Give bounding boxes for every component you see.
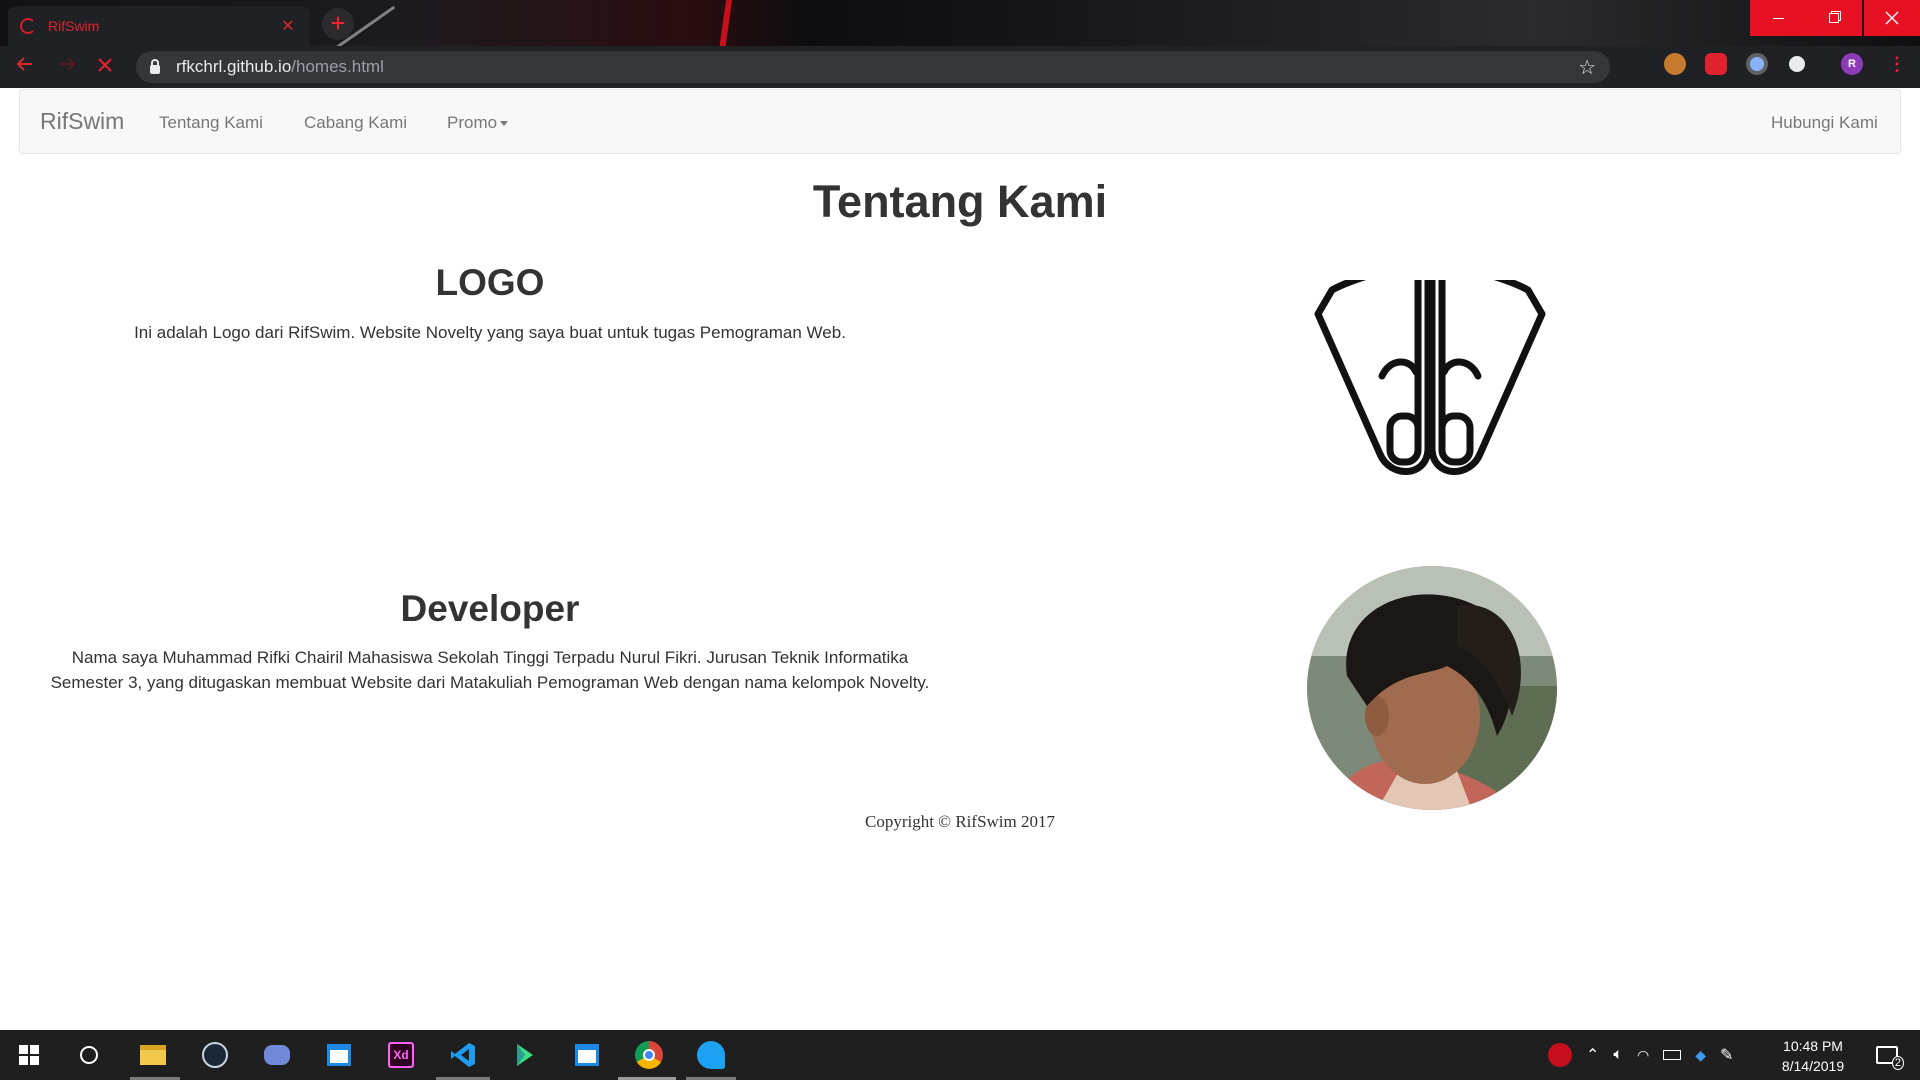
bird-icon: [697, 1041, 725, 1069]
android-studio-icon: [517, 1044, 533, 1066]
developer-photo: [1307, 566, 1557, 810]
cortana-search-button[interactable]: [72, 1038, 106, 1072]
chrome-icon: [635, 1041, 663, 1069]
logo-description: Ini adalah Logo dari RifSwim. Website No…: [134, 323, 846, 342]
web-page: RifSwim Tentang Kami Cabang Kami Promo H…: [0, 88, 1920, 1030]
address-bar[interactable]: rfkchrl.github.io/homes.html ☆: [136, 51, 1610, 83]
folder-icon: [140, 1045, 166, 1065]
vscode-icon: [451, 1043, 475, 1067]
discord-button[interactable]: [260, 1038, 294, 1072]
window-icon: [327, 1044, 351, 1066]
windows-start-button[interactable]: [12, 1038, 46, 1072]
minimize-button[interactable]: [1750, 0, 1806, 36]
nav-dropdown-promo-label: Promo: [447, 113, 498, 132]
file-explorer-button[interactable]: [136, 1038, 170, 1072]
stop-loading-button[interactable]: [90, 52, 120, 82]
nav-link-tentang-kami[interactable]: Tentang Kami: [159, 113, 263, 133]
app-window-button[interactable]: [322, 1038, 356, 1072]
developer-heading: Developer: [400, 588, 580, 629]
restore-button[interactable]: [1806, 0, 1862, 36]
clock-date: 8/14/2019: [1781, 1058, 1845, 1074]
steam-icon: [202, 1042, 228, 1068]
wallpaper-streak-red: [717, 0, 733, 46]
new-tab-button[interactable]: +: [322, 8, 354, 40]
developer-description: Nama saya Muhammad Rifki Chairil Mahasis…: [50, 648, 930, 692]
tab-close-icon[interactable]: ✕: [278, 16, 298, 36]
wifi-icon[interactable]: ◠: [1637, 1047, 1649, 1064]
taskbar-clock[interactable]: 10:48 PM 8/14/2019: [1768, 1036, 1858, 1076]
tab-title: RifSwim: [48, 18, 100, 34]
volume-icon[interactable]: 🔈︎: [1613, 1046, 1623, 1064]
minimize-icon: [1772, 17, 1784, 19]
browser-tab-strip: RifSwim ✕ +: [0, 0, 1920, 46]
close-window-button[interactable]: [1864, 0, 1920, 36]
clock-time: 10:48 PM: [1783, 1038, 1843, 1054]
extension-cookie-icon[interactable]: [1664, 53, 1686, 75]
swim-fins-logo-image: [1310, 254, 1550, 475]
forward-arrow-icon: [60, 57, 76, 71]
url-host: rfkchrl.github.io: [176, 57, 292, 76]
system-tray: ⌃ 🔈︎ ◠ ◆ ✎: [1548, 1030, 1733, 1080]
extension-hand-icon[interactable]: [1705, 53, 1727, 75]
steam-button[interactable]: [198, 1038, 232, 1072]
stop-x-icon: [98, 58, 112, 72]
back-arrow-icon: [16, 57, 32, 71]
chrome-button[interactable]: [632, 1038, 666, 1072]
vscode-button[interactable]: [446, 1038, 480, 1072]
windows-taskbar: Xd ⌃ 🔈︎ ◠ ◆ ✎ 10:48 PM 8/14/2019 2: [0, 1030, 1920, 1080]
profile-avatar[interactable]: R: [1841, 53, 1863, 75]
url-path: /homes.html: [291, 57, 384, 76]
extension-clock-icon[interactable]: [1786, 53, 1808, 75]
bird-app-button[interactable]: [694, 1038, 728, 1072]
app-window-2-button[interactable]: [570, 1038, 604, 1072]
browser-toolbar: rfkchrl.github.io/homes.html ☆: [0, 46, 1920, 88]
page-title: Tentang Kami: [812, 176, 1108, 227]
cortana-circle-icon: [80, 1046, 98, 1064]
lock-icon: [150, 58, 160, 74]
discord-icon: [264, 1045, 290, 1065]
nav-link-cabang-kami[interactable]: Cabang Kami: [304, 113, 407, 133]
nav-dropdown-promo[interactable]: Promo: [447, 113, 509, 133]
extension-circle-icon[interactable]: [1746, 53, 1768, 75]
windows-logo-icon: [19, 1045, 39, 1065]
navbar-brand[interactable]: RifSwim: [40, 108, 124, 135]
nav-link-hubungi-kami[interactable]: Hubungi Kami: [1771, 113, 1878, 133]
caret-down-icon: [500, 121, 509, 127]
restore-icon: [1829, 13, 1839, 23]
dropbox-icon[interactable]: ◆: [1695, 1047, 1706, 1064]
android-studio-button[interactable]: [508, 1038, 542, 1072]
site-navbar: RifSwim Tentang Kami Cabang Kami Promo H…: [19, 89, 1901, 154]
copyright-text: Copyright © RifSwim 2017: [864, 812, 1055, 831]
bookmark-star-icon[interactable]: ☆: [1578, 55, 1596, 80]
show-hidden-icons-chevron-icon[interactable]: ⌃: [1586, 1045, 1599, 1065]
pen-icon[interactable]: ✎: [1720, 1045, 1733, 1065]
loading-spinner-icon: [20, 18, 36, 34]
adobe-xd-button[interactable]: Xd: [384, 1038, 418, 1072]
forward-button[interactable]: [52, 52, 82, 82]
close-icon: [1885, 11, 1899, 25]
back-button[interactable]: [10, 52, 40, 82]
action-center-button[interactable]: 2: [1870, 1038, 1904, 1072]
notification-count-badge: 2: [1891, 1056, 1904, 1070]
adobe-xd-icon: Xd: [388, 1042, 414, 1068]
battery-icon[interactable]: [1663, 1050, 1682, 1060]
antivirus-icon[interactable]: [1548, 1043, 1572, 1067]
browser-tab[interactable]: RifSwim ✕: [8, 6, 310, 46]
chrome-menu-icon[interactable]: ⋮: [1886, 53, 1908, 75]
window-icon: [575, 1044, 599, 1066]
logo-heading: LOGO: [435, 262, 545, 303]
